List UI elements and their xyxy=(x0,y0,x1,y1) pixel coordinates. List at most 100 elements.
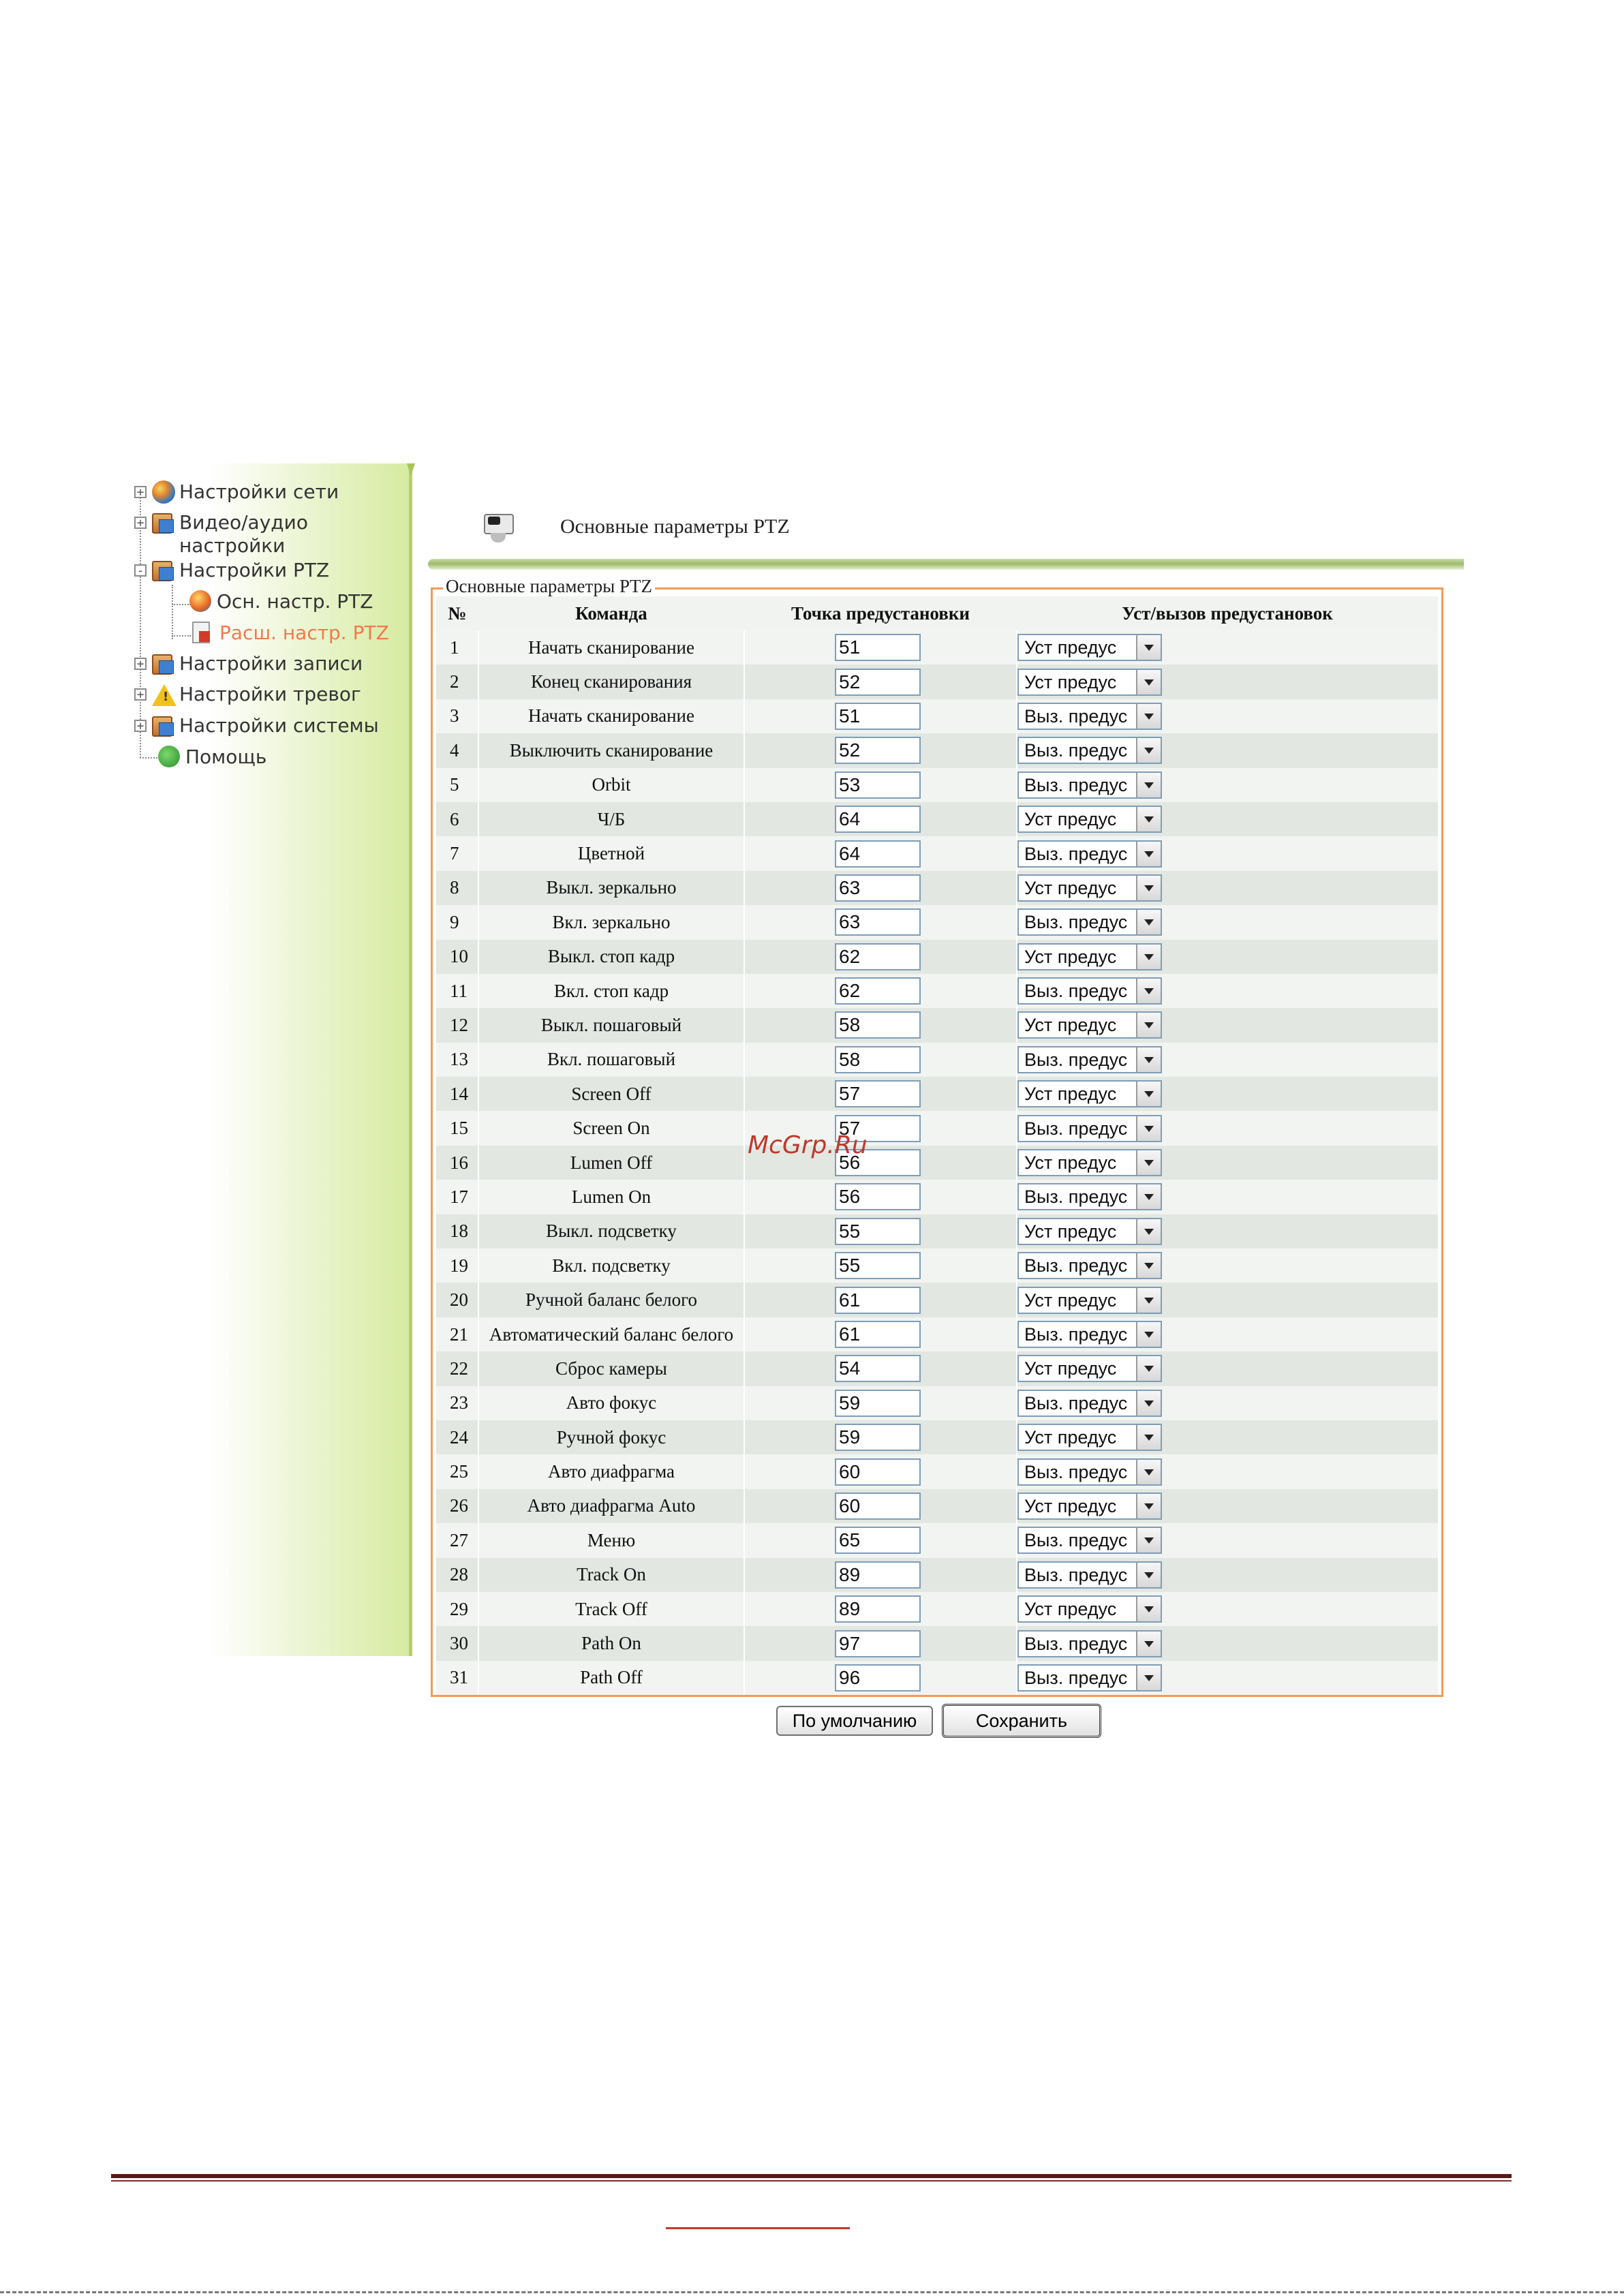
preset-input[interactable] xyxy=(835,1252,921,1280)
chevron-down-icon[interactable] xyxy=(1136,1047,1161,1072)
preset-input[interactable] xyxy=(835,1527,921,1555)
sidebar-item-recording[interactable]: + Настройки записи xyxy=(134,652,363,677)
preset-action-select[interactable]: Выз. предус xyxy=(1017,771,1162,799)
preset-input[interactable] xyxy=(835,668,921,696)
preset-action-select[interactable]: Выз. предус xyxy=(1017,1252,1162,1280)
preset-action-select[interactable]: Выз. предус xyxy=(1017,1458,1162,1486)
chevron-down-icon[interactable] xyxy=(1136,1184,1161,1210)
chevron-down-icon[interactable] xyxy=(1136,1425,1161,1450)
sidebar-item-network[interactable]: + Настройки сети xyxy=(134,480,339,505)
preset-input[interactable] xyxy=(835,634,921,662)
chevron-down-icon[interactable] xyxy=(1136,1631,1161,1656)
chevron-down-icon[interactable] xyxy=(1136,635,1161,660)
sidebar-item-ptz-basic[interactable]: Осн. настр. PTZ xyxy=(189,590,373,615)
sidebar-item-help[interactable]: Помощь xyxy=(158,746,266,770)
preset-input[interactable] xyxy=(835,1286,921,1314)
preset-action-select[interactable]: Выз. предус xyxy=(1017,1527,1162,1555)
preset-input[interactable] xyxy=(835,771,921,799)
sidebar-item-label[interactable]: Расш. настр. PTZ xyxy=(219,622,389,645)
sidebar-item-label[interactable]: Настройки сети xyxy=(179,480,339,504)
chevron-down-icon[interactable] xyxy=(1136,841,1161,866)
sidebar-item-label[interactable]: Настройки системы xyxy=(179,714,379,737)
sidebar-item-label[interactable]: Настройки PTZ xyxy=(179,559,329,582)
preset-input[interactable] xyxy=(835,806,921,833)
preset-input[interactable] xyxy=(835,1080,921,1108)
preset-action-select[interactable]: Уст предус xyxy=(1017,1492,1162,1520)
preset-action-select[interactable]: Выз. предус xyxy=(1017,1389,1162,1417)
preset-action-select[interactable]: Уст предус xyxy=(1017,634,1162,662)
expand-icon[interactable]: + xyxy=(134,688,147,701)
preset-action-select[interactable]: Выз. предус xyxy=(1017,840,1162,868)
preset-action-select[interactable]: Выз. предус xyxy=(1017,1045,1162,1073)
chevron-down-icon[interactable] xyxy=(1136,1356,1161,1381)
sidebar-item-label[interactable]: Настройки записи xyxy=(179,652,363,675)
chevron-down-icon[interactable] xyxy=(1136,1322,1161,1347)
sidebar-item-system[interactable]: + Настройки системы xyxy=(134,714,379,739)
chevron-down-icon[interactable] xyxy=(1136,1253,1161,1279)
chevron-down-icon[interactable] xyxy=(1136,1013,1161,1038)
preset-input[interactable] xyxy=(835,1183,921,1211)
chevron-down-icon[interactable] xyxy=(1136,1150,1161,1176)
preset-action-select[interactable]: Выз. предус xyxy=(1017,977,1162,1005)
preset-input[interactable] xyxy=(835,840,921,868)
preset-action-select[interactable]: Уст предус xyxy=(1017,943,1162,970)
preset-action-select[interactable]: Уст предус xyxy=(1017,1355,1162,1383)
chevron-down-icon[interactable] xyxy=(1136,1219,1161,1244)
sidebar-item-ptz-advanced[interactable]: Расш. настр. PTZ xyxy=(192,622,389,646)
footer-link-underline[interactable] xyxy=(666,2227,850,2229)
chevron-down-icon[interactable] xyxy=(1136,669,1161,694)
preset-input[interactable] xyxy=(835,1492,921,1520)
preset-action-select[interactable]: Уст предус xyxy=(1017,1595,1162,1623)
chevron-down-icon[interactable] xyxy=(1136,910,1161,935)
chevron-down-icon[interactable] xyxy=(1136,875,1161,900)
preset-action-select[interactable]: Уст предус xyxy=(1017,1424,1162,1452)
save-button[interactable]: Сохранить xyxy=(942,1704,1101,1738)
expand-icon[interactable]: + xyxy=(134,486,147,499)
preset-action-select[interactable]: Уст предус xyxy=(1017,806,1162,833)
preset-action-select[interactable]: Выз. предус xyxy=(1017,1321,1162,1348)
preset-action-select[interactable]: Уст предус xyxy=(1017,1149,1162,1177)
preset-action-select[interactable]: Выз. предус xyxy=(1017,1114,1162,1142)
preset-input[interactable] xyxy=(835,1664,921,1692)
sidebar-item-video-audio[interactable]: + Видео/аудио настройки xyxy=(134,511,308,557)
chevron-down-icon[interactable] xyxy=(1136,772,1161,797)
preset-action-select[interactable]: Выз. предус xyxy=(1017,1629,1162,1657)
preset-input[interactable] xyxy=(835,1321,921,1348)
preset-input[interactable] xyxy=(835,1011,921,1039)
preset-action-select[interactable]: Выз. предус xyxy=(1017,1183,1162,1211)
preset-input[interactable] xyxy=(835,1389,921,1417)
preset-input[interactable] xyxy=(835,1629,921,1657)
preset-input[interactable] xyxy=(835,1355,921,1383)
chevron-down-icon[interactable] xyxy=(1136,944,1161,969)
chevron-down-icon[interactable] xyxy=(1136,807,1161,832)
sidebar-item-ptz[interactable]: - Настройки PTZ xyxy=(134,559,329,583)
preset-action-select[interactable]: Уст предус xyxy=(1017,1286,1162,1314)
chevron-down-icon[interactable] xyxy=(1136,1390,1161,1415)
expand-icon[interactable]: + xyxy=(134,720,147,733)
chevron-down-icon[interactable] xyxy=(1136,703,1161,729)
preset-action-select[interactable]: Выз. предус xyxy=(1017,702,1162,730)
preset-action-select[interactable]: Выз. предус xyxy=(1017,1664,1162,1692)
restore-defaults-button[interactable]: По умолчанию xyxy=(776,1706,933,1736)
chevron-down-icon[interactable] xyxy=(1136,1116,1161,1141)
chevron-down-icon[interactable] xyxy=(1136,1082,1161,1107)
preset-input[interactable] xyxy=(835,874,921,902)
preset-input[interactable] xyxy=(835,1595,921,1623)
preset-input[interactable] xyxy=(835,1045,921,1073)
chevron-down-icon[interactable] xyxy=(1136,1562,1161,1587)
expand-icon[interactable]: + xyxy=(134,658,147,671)
chevron-down-icon[interactable] xyxy=(1136,738,1161,763)
sidebar-collapse-handle[interactable] xyxy=(407,463,415,476)
chevron-down-icon[interactable] xyxy=(1136,1287,1161,1313)
sidebar-item-label[interactable]: Видео/аудио настройки xyxy=(179,511,308,557)
chevron-down-icon[interactable] xyxy=(1136,1665,1161,1690)
chevron-down-icon[interactable] xyxy=(1136,1459,1161,1484)
chevron-down-icon[interactable] xyxy=(1136,1597,1161,1622)
collapse-icon[interactable]: - xyxy=(134,564,147,577)
preset-input[interactable] xyxy=(835,702,921,730)
preset-input[interactable] xyxy=(835,977,921,1005)
preset-action-select[interactable]: Уст предус xyxy=(1017,874,1162,902)
preset-action-select[interactable]: Уст предус xyxy=(1017,1080,1162,1108)
chevron-down-icon[interactable] xyxy=(1136,1528,1161,1553)
preset-input[interactable] xyxy=(835,1217,921,1245)
